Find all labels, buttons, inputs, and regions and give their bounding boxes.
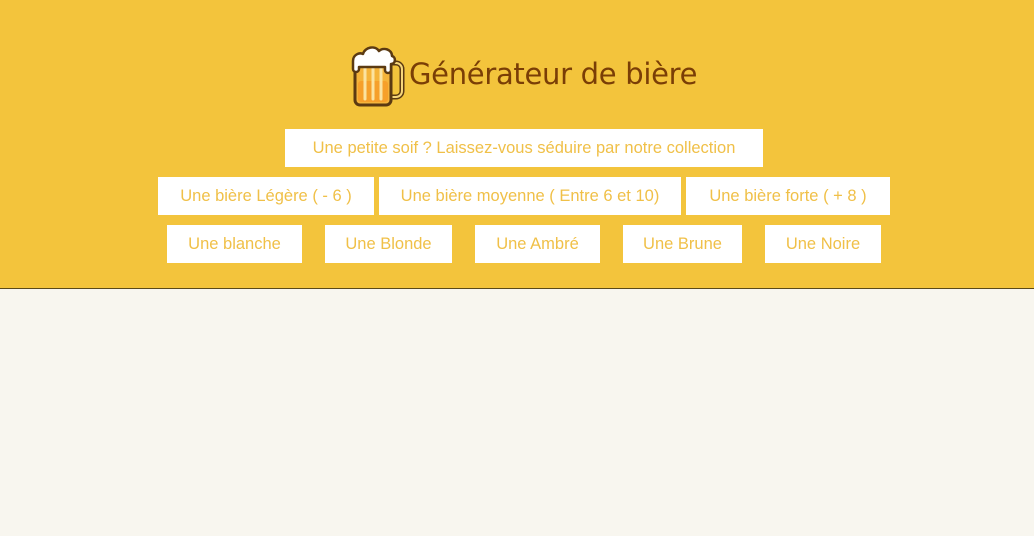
page-title: Générateur de bière	[409, 57, 698, 91]
beer-mug-icon	[349, 41, 405, 109]
medium-beer-button[interactable]: Une bière moyenne ( Entre 6 et 10)	[379, 177, 681, 215]
blonde-button[interactable]: Une Blonde	[325, 225, 452, 263]
blanche-button[interactable]: Une blanche	[167, 225, 302, 263]
brune-button[interactable]: Une Brune	[623, 225, 742, 263]
light-beer-button[interactable]: Une bière Légère ( - 6 )	[158, 177, 374, 215]
header: Générateur de bière Une petite soif ? La…	[0, 0, 1034, 289]
main-content	[0, 289, 1034, 536]
collection-button[interactable]: Une petite soif ? Laissez-vous séduire p…	[285, 129, 763, 167]
ambree-button[interactable]: Une Ambré	[475, 225, 600, 263]
noire-button[interactable]: Une Noire	[765, 225, 881, 263]
strong-beer-button[interactable]: Une bière forte ( + 8 )	[686, 177, 890, 215]
